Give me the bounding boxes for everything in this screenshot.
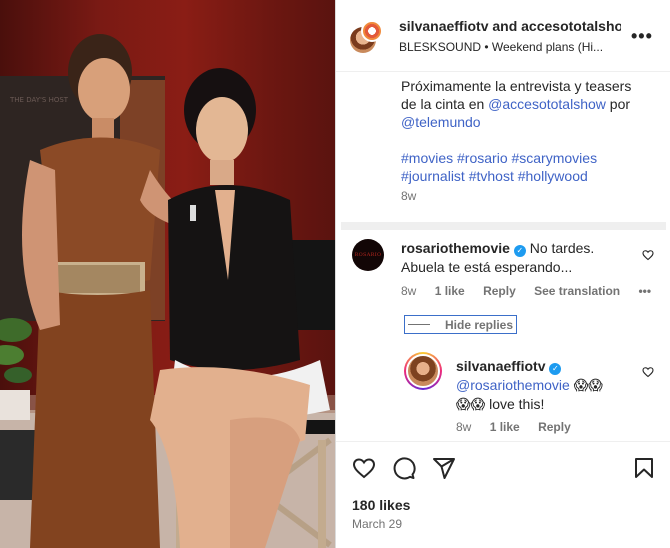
comment-more-icon[interactable]: •••	[638, 284, 651, 298]
comment-body: rosariothemovie ✓ No tardes. Abuela te e…	[401, 239, 636, 277]
mention-link[interactable]: @accesototalshow	[488, 96, 606, 112]
reply-emoji: 😱😱	[456, 396, 486, 412]
avatar[interactable]: ROSARIO	[352, 239, 384, 271]
hide-replies-label: Hide replies	[445, 318, 514, 332]
comment-username[interactable]: rosariothemovie	[401, 240, 510, 256]
heart-icon[interactable]	[642, 249, 654, 261]
divider	[336, 441, 670, 442]
mention-link[interactable]: @telemundo	[401, 114, 481, 130]
comment-text: Abuela te está esperando...	[401, 259, 573, 275]
hashtags-line-2[interactable]: #journalist #tvhost #hollywood	[401, 167, 661, 185]
mention-link[interactable]: @rosariothemovie	[456, 377, 570, 393]
reply-button[interactable]: Reply	[538, 420, 571, 434]
caption-text: de la cinta en	[401, 96, 489, 112]
post-author-names[interactable]: silvanaeffiotv and accesototalshow	[399, 18, 621, 34]
comment-icon[interactable]	[392, 456, 416, 480]
collab-avatar[interactable]	[361, 20, 383, 42]
avatar[interactable]	[404, 352, 442, 390]
reply-button[interactable]: Reply	[483, 284, 516, 298]
caption-text: por	[605, 96, 631, 112]
replies-line	[408, 324, 430, 325]
post-header: silvanaeffiotv and accesototalshow BLESK…	[336, 0, 670, 72]
heart-icon[interactable]	[642, 366, 654, 378]
post-detail-panel: silvanaeffiotv and accesototalshow BLESK…	[335, 0, 670, 548]
caption-timestamp[interactable]: 8w	[401, 189, 416, 203]
hashtags-line-1[interactable]: #movies #rosario #scarymovies	[401, 149, 661, 167]
reply-timestamp[interactable]: 8w	[456, 420, 471, 434]
post-caption: Próximamente la entrevista y teasers de …	[401, 77, 661, 185]
comment-likes[interactable]: 1 like	[435, 284, 465, 298]
comment-timestamp[interactable]: 8w	[401, 284, 416, 298]
poster-text: THE DAY'S HOST	[9, 96, 69, 104]
likes-count[interactable]: 180 likes	[352, 497, 410, 513]
avatar-logo-text: ROSARIO	[354, 252, 382, 258]
reply-username[interactable]: silvanaeffiotv	[456, 358, 545, 374]
reply-body: silvanaeffiotv ✓ @rosariothemovie 😱😱 😱😱 …	[456, 357, 626, 414]
verified-icon: ✓	[513, 245, 526, 257]
caption-line-2: de la cinta en @accesototalshow por	[401, 95, 661, 113]
audio-label[interactable]: BLESKSOUND • Weekend plans (Hi...	[399, 40, 621, 54]
photo-illustration: THE DAY'S HOST	[0, 34, 335, 548]
reply-likes[interactable]: 1 like	[490, 420, 520, 434]
divider	[341, 222, 666, 230]
post-date[interactable]: March 29	[352, 517, 402, 531]
see-translation-button[interactable]: See translation	[534, 284, 620, 298]
share-icon[interactable]	[432, 456, 456, 480]
post-photo[interactable]: THE DAY'S HOST	[0, 0, 335, 548]
plant	[0, 318, 32, 420]
comment-meta: 8w 1 like Reply See translation •••	[401, 284, 666, 298]
bookmark-icon[interactable]	[632, 456, 656, 480]
caption-line-1: Próximamente la entrevista y teasers	[401, 78, 632, 94]
verified-icon: ✓	[549, 363, 562, 375]
reply-emoji: 😱😱	[573, 377, 603, 393]
reply-meta: 8w 1 like Reply	[456, 420, 586, 434]
comment-text: No tardes.	[525, 240, 595, 256]
heart-icon[interactable]	[352, 456, 376, 480]
more-icon[interactable]: •••	[631, 26, 653, 47]
reply-text: love this!	[485, 396, 545, 412]
hide-replies-button[interactable]: Hide replies	[404, 315, 517, 334]
